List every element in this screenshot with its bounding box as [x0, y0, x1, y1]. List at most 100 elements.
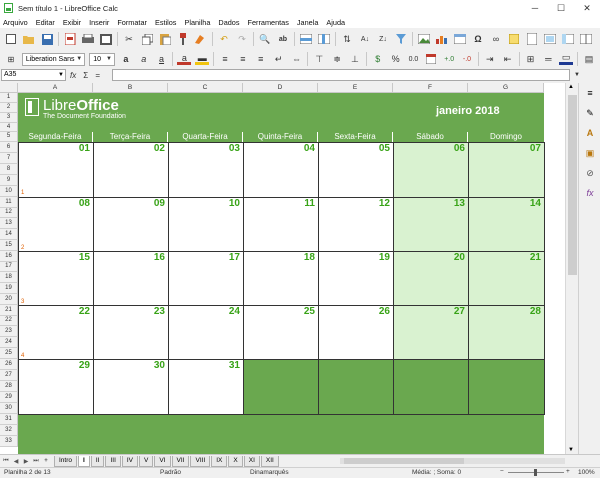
row-header[interactable]: 13	[0, 218, 18, 229]
menu-editar[interactable]: Editar	[36, 18, 55, 27]
sort-descending-icon[interactable]: Z↓	[376, 32, 390, 46]
freeze-rows-columns-icon[interactable]	[561, 32, 575, 46]
first-sheet-icon[interactable]: ⏮	[2, 458, 10, 465]
gallery-icon[interactable]: ▣	[584, 147, 596, 159]
day-cell[interactable]: 23	[93, 305, 169, 361]
column-header-a[interactable]: A	[18, 83, 93, 93]
insert-image-icon[interactable]	[417, 32, 431, 46]
navigator-icon[interactable]: ⊘	[584, 167, 596, 179]
previous-sheet-icon[interactable]: ◀	[12, 458, 20, 465]
day-cell[interactable]: 26	[318, 305, 394, 361]
row-header[interactable]: 33	[0, 436, 18, 447]
day-cell[interactable]: 12	[318, 197, 394, 253]
empty-day-cell[interactable]	[393, 359, 469, 415]
comment-icon[interactable]	[507, 32, 521, 46]
border-color-icon[interactable]: ▭	[559, 52, 574, 65]
paste-icon[interactable]	[158, 32, 172, 46]
font-size-select[interactable]: 10 ▼	[89, 52, 115, 66]
day-cell[interactable]: 07	[468, 142, 545, 198]
day-cell[interactable]: 18	[243, 251, 319, 307]
align-right-icon[interactable]: ≡	[254, 52, 268, 66]
highlight-color-icon[interactable]: ▬	[195, 53, 210, 65]
menu-inserir[interactable]: Inserir	[89, 18, 109, 27]
clone-formatting-icon[interactable]	[176, 32, 190, 46]
day-cell[interactable]: 22	[18, 305, 94, 361]
day-cell[interactable]: 19	[318, 251, 394, 307]
empty-day-cell[interactable]	[468, 359, 545, 415]
day-cell[interactable]: 10	[168, 197, 244, 253]
insert-chart-icon[interactable]	[435, 32, 449, 46]
print-icon[interactable]	[81, 32, 95, 46]
row-header[interactable]: 25	[0, 348, 18, 359]
horizontal-scrollbar[interactable]	[340, 458, 565, 464]
sheet-tab[interactable]: V	[139, 455, 154, 467]
row-header[interactable]: 2	[0, 103, 18, 113]
row-header[interactable]: 30	[0, 403, 18, 414]
menu-formatar[interactable]: Formatar	[117, 18, 147, 27]
row-header[interactable]: 3	[0, 113, 18, 123]
zoom-level[interactable]: 100%	[578, 469, 595, 476]
day-cell[interactable]: 14	[468, 197, 545, 253]
open-folder-icon[interactable]	[22, 32, 36, 46]
conditional-format-icon[interactable]: ▤	[582, 52, 596, 66]
vertical-scrollbar[interactable]: ▲ ▼	[565, 83, 578, 454]
zoom-slider[interactable]: − +	[500, 468, 572, 477]
row-header[interactable]: 19	[0, 283, 18, 294]
sheet-tab[interactable]: Intro	[54, 455, 78, 467]
row-header[interactable]: 23	[0, 326, 18, 337]
row-header[interactable]: 21	[0, 305, 18, 316]
sum-icon[interactable]: Σ	[83, 71, 88, 80]
export-pdf-icon[interactable]	[63, 32, 77, 46]
font-color-icon[interactable]: a	[177, 53, 192, 65]
save-icon[interactable]	[40, 32, 54, 46]
formula-input[interactable]	[112, 69, 570, 81]
cut-icon[interactable]: ✂	[122, 32, 136, 46]
menu-exibir[interactable]: Exibir	[63, 18, 81, 27]
sheet-tab[interactable]: VII	[171, 455, 190, 467]
sidebar-styles-icon[interactable]: ⊞	[4, 52, 18, 66]
column-header-g[interactable]: G	[468, 83, 544, 93]
merge-center-icon[interactable]: ⇔	[290, 52, 304, 66]
day-cell[interactable]: 15	[18, 251, 94, 307]
day-cell[interactable]: 11	[243, 197, 319, 253]
row-header[interactable]: 16	[0, 251, 18, 262]
date-format-icon[interactable]	[424, 52, 438, 66]
day-cell[interactable]: 30	[93, 359, 169, 415]
day-cell[interactable]: 28	[468, 305, 545, 361]
column-header-d[interactable]: D	[243, 83, 318, 93]
spreadsheet-grid[interactable]: A B C D E F G LibreOffice The Document F…	[0, 83, 578, 454]
menu-estilos[interactable]: Estilos	[155, 18, 177, 27]
column-header-b[interactable]: B	[93, 83, 168, 93]
underline-icon[interactable]: a	[155, 52, 169, 66]
row-header[interactable]: 29	[0, 392, 18, 403]
new-document-icon[interactable]	[4, 32, 18, 46]
day-cell[interactable]: 31	[168, 359, 244, 415]
italic-icon[interactable]: a	[137, 52, 151, 66]
day-cell[interactable]: 25	[243, 305, 319, 361]
row-header[interactable]: 32	[0, 425, 18, 436]
sheet-tab[interactable]: XII	[260, 455, 279, 467]
row-header[interactable]: 12	[0, 208, 18, 218]
day-cell[interactable]: 13	[393, 197, 469, 253]
copy-icon[interactable]	[140, 32, 154, 46]
row-header[interactable]: 22	[0, 316, 18, 326]
day-cell[interactable]: 20	[393, 251, 469, 307]
delete-decimal-icon[interactable]: -.0	[460, 52, 474, 66]
sheet-tab[interactable]: VIII	[190, 455, 211, 467]
pivot-table-icon[interactable]	[453, 32, 467, 46]
spelling-icon[interactable]: ab	[276, 32, 290, 46]
function-wizard-icon[interactable]: fx	[70, 71, 76, 80]
styles-icon[interactable]: A	[584, 127, 596, 139]
day-cell[interactable]: 05	[318, 142, 394, 198]
vertical-scroll-thumb[interactable]	[568, 95, 577, 275]
maximize-button[interactable]: ☐	[548, 0, 574, 16]
menu-planilha[interactable]: Planilha	[184, 18, 210, 27]
language[interactable]: Dinamarquês	[250, 469, 289, 476]
column-icon[interactable]	[317, 32, 331, 46]
border-style-icon[interactable]: ═	[541, 52, 555, 66]
day-cell[interactable]: 02	[93, 142, 169, 198]
column-header-f[interactable]: F	[393, 83, 468, 93]
row-header[interactable]: 18	[0, 272, 18, 283]
row-header[interactable]: 1	[0, 93, 18, 103]
row-header[interactable]: 14	[0, 229, 18, 240]
